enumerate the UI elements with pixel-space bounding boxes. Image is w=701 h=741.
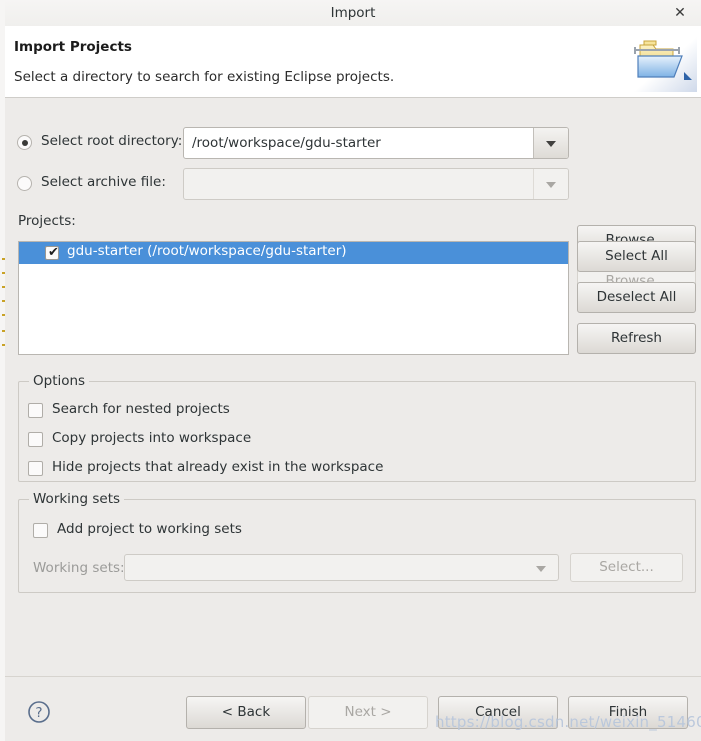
deselect-all-button[interactable]: Deselect All — [577, 282, 696, 313]
page-description: Select a directory to search for existin… — [14, 69, 395, 85]
project-row-label: gdu-starter (/root/workspace/gdu-starter… — [67, 243, 347, 259]
select-root-directory-radio-row[interactable]: Select root directory: — [17, 131, 187, 155]
hide-existing-projects-label: Hide projects that already exist in the … — [52, 459, 384, 475]
refresh-button[interactable]: Refresh — [577, 323, 696, 354]
working-sets-combo[interactable] — [124, 554, 559, 581]
title-bar: Import ✕ — [5, 0, 701, 27]
archive-file-dropdown-button[interactable] — [533, 169, 568, 199]
hide-existing-projects-checkbox[interactable] — [28, 461, 43, 476]
options-group-title: Options — [29, 373, 90, 389]
help-question-icon[interactable]: ? — [26, 699, 52, 725]
copy-projects-label: Copy projects into workspace — [52, 430, 252, 446]
svg-text:?: ? — [35, 705, 42, 721]
options-group: Options Search for nested projects Copy … — [18, 373, 696, 482]
page-title: Import Projects — [14, 39, 132, 55]
select-root-directory-radio[interactable] — [17, 135, 32, 150]
working-sets-group-title: Working sets — [29, 491, 125, 507]
root-directory-combo[interactable]: /root/workspace/gdu-starter — [183, 127, 569, 159]
table-row[interactable]: ✔ gdu-starter (/root/workspace/gdu-start… — [19, 242, 568, 264]
projects-list[interactable]: ✔ gdu-starter (/root/workspace/gdu-start… — [18, 241, 569, 355]
dialog-body: Select root directory: /root/workspace/g… — [5, 98, 701, 676]
close-icon[interactable]: ✕ — [667, 0, 693, 26]
project-checkbox[interactable]: ✔ — [45, 245, 59, 260]
root-directory-value[interactable]: /root/workspace/gdu-starter — [192, 128, 381, 158]
import-folder-icon — [626, 30, 697, 92]
copy-projects-checkbox[interactable] — [28, 432, 43, 447]
working-sets-group: Working sets Add project to working sets… — [18, 491, 696, 593]
back-button[interactable]: < Back — [186, 696, 306, 729]
select-archive-file-radio[interactable] — [17, 176, 32, 191]
select-working-sets-button: Select... — [570, 553, 683, 582]
select-root-directory-label: Select root directory: — [41, 133, 183, 149]
archive-file-combo[interactable] — [183, 168, 569, 200]
chevron-down-icon — [536, 565, 546, 572]
root-directory-dropdown-button[interactable] — [533, 128, 568, 158]
select-all-button[interactable]: Select All — [577, 241, 696, 272]
chevron-down-icon — [546, 182, 556, 188]
select-archive-file-label: Select archive file: — [41, 174, 166, 190]
select-archive-file-radio-row[interactable]: Select archive file: — [17, 172, 187, 196]
cancel-button[interactable]: Cancel — [438, 696, 558, 729]
import-dialog: Import ✕ Import Projects Select a direct… — [0, 0, 701, 741]
finish-button[interactable]: Finish — [568, 696, 688, 729]
dialog-header: Import Projects Select a directory to se… — [5, 26, 701, 98]
working-sets-combo-label: Working sets: — [33, 560, 125, 576]
add-project-to-working-sets-checkbox[interactable] — [33, 523, 48, 538]
working-sets-dropdown-button[interactable] — [524, 555, 558, 580]
next-button: Next > — [308, 696, 428, 729]
check-icon: ✔ — [48, 245, 59, 260]
search-nested-projects-label: Search for nested projects — [52, 401, 230, 417]
projects-label: Projects: — [18, 213, 76, 229]
add-project-to-working-sets-label: Add project to working sets — [57, 521, 242, 537]
search-nested-projects-checkbox[interactable] — [28, 403, 43, 418]
chevron-down-icon — [546, 141, 556, 147]
window-title: Import — [330, 5, 376, 21]
